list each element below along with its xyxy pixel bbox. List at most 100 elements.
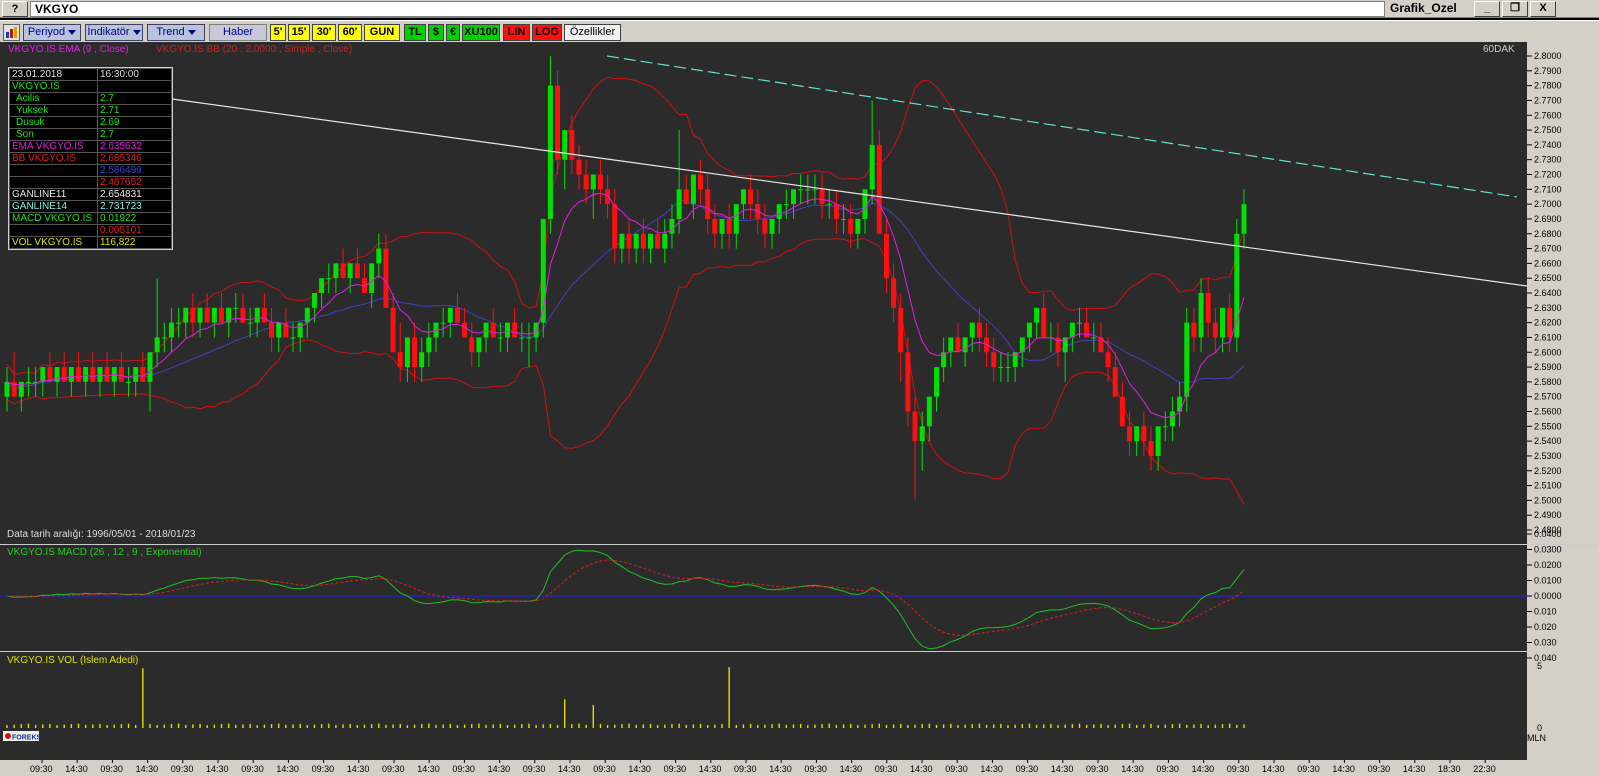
candle-body[interactable] bbox=[340, 263, 346, 279]
symbol-field[interactable]: VKGYO bbox=[30, 1, 1385, 17]
candle-body[interactable] bbox=[976, 322, 982, 338]
candle-body[interactable] bbox=[1148, 441, 1154, 456]
candle-body[interactable] bbox=[705, 189, 711, 219]
candle-body[interactable] bbox=[1005, 367, 1011, 369]
candle-body[interactable] bbox=[1191, 322, 1197, 338]
candle-body[interactable] bbox=[526, 337, 532, 339]
candle-body[interactable] bbox=[254, 307, 260, 323]
candle-body[interactable] bbox=[326, 278, 332, 280]
candle-body[interactable] bbox=[147, 352, 153, 382]
candle-body[interactable] bbox=[190, 307, 196, 323]
candle-body[interactable] bbox=[412, 337, 418, 368]
candle-body[interactable] bbox=[497, 337, 503, 339]
candle-body[interactable] bbox=[562, 130, 568, 160]
candle-body[interactable] bbox=[862, 189, 868, 219]
candle-body[interactable] bbox=[1134, 426, 1140, 442]
candle-body[interactable] bbox=[1198, 293, 1204, 338]
candle-body[interactable] bbox=[791, 189, 796, 205]
candle-body[interactable] bbox=[25, 381, 31, 383]
candle-body[interactable] bbox=[569, 130, 575, 160]
candle-body[interactable] bbox=[669, 218, 675, 234]
candle-body[interactable] bbox=[219, 307, 224, 323]
candle-body[interactable] bbox=[118, 367, 124, 382]
candle-body[interactable] bbox=[61, 367, 67, 382]
candle-body[interactable] bbox=[290, 337, 296, 339]
candle-body[interactable] bbox=[90, 367, 96, 382]
candle-body[interactable] bbox=[1212, 322, 1218, 338]
candle-body[interactable] bbox=[404, 337, 410, 368]
candle-body[interactable] bbox=[883, 233, 889, 279]
period-5-button[interactable]: 5' bbox=[270, 24, 286, 41]
candle-body[interactable] bbox=[347, 263, 353, 279]
candle-body[interactable] bbox=[912, 411, 918, 442]
candle-body[interactable] bbox=[876, 144, 882, 234]
candle-body[interactable] bbox=[848, 218, 854, 234]
period-30-button[interactable]: 30' bbox=[312, 24, 336, 41]
candle-body[interactable] bbox=[590, 174, 596, 190]
candle-body[interactable] bbox=[1105, 352, 1111, 368]
periyod-dropdown[interactable]: Periyod bbox=[23, 24, 81, 41]
candle-body[interactable] bbox=[676, 189, 682, 219]
candle-body[interactable] bbox=[140, 367, 146, 382]
candle-body[interactable] bbox=[126, 381, 132, 383]
period-15-button[interactable]: 15' bbox=[288, 24, 310, 41]
candle-body[interactable] bbox=[176, 322, 182, 324]
candle-body[interactable] bbox=[748, 189, 754, 205]
candle-body[interactable] bbox=[948, 337, 954, 353]
xu100-button[interactable]: XU100 bbox=[462, 24, 500, 41]
candle-body[interactable] bbox=[783, 204, 789, 206]
candle-body[interactable] bbox=[426, 337, 432, 353]
candle-body[interactable] bbox=[1141, 426, 1147, 442]
chart-area[interactable]: 2.8000 2.7900 2.7800 2.7700 2.7600 2.7500 2.74… bbox=[0, 42, 1599, 776]
candle-body[interactable] bbox=[76, 367, 81, 382]
candle-body[interactable] bbox=[204, 307, 210, 323]
candle-body[interactable] bbox=[576, 159, 582, 175]
candle-body[interactable] bbox=[1205, 293, 1211, 323]
candle-body[interactable] bbox=[662, 233, 668, 249]
help-button[interactable]: ? bbox=[2, 1, 28, 17]
candle-body[interactable] bbox=[919, 426, 925, 442]
currency-eur-button[interactable]: € bbox=[446, 24, 460, 41]
candle-body[interactable] bbox=[1184, 322, 1190, 397]
candle-body[interactable] bbox=[955, 337, 961, 353]
candle-body[interactable] bbox=[1041, 307, 1047, 338]
trend-dropdown[interactable]: Trend bbox=[147, 24, 205, 41]
candle-body[interactable] bbox=[733, 204, 739, 234]
candle-body[interactable] bbox=[483, 322, 489, 338]
candle-body[interactable] bbox=[597, 174, 603, 190]
candle-body[interactable] bbox=[769, 218, 775, 234]
candle-body[interactable] bbox=[798, 189, 804, 191]
candle-body[interactable] bbox=[311, 293, 317, 308]
candle-body[interactable] bbox=[1220, 307, 1225, 338]
candle-body[interactable] bbox=[183, 307, 189, 323]
scale-lin-button[interactable]: LIN bbox=[503, 24, 530, 41]
candle-body[interactable] bbox=[304, 307, 310, 323]
candle-body[interactable] bbox=[447, 307, 453, 323]
candle-body[interactable] bbox=[619, 233, 625, 249]
candle-body[interactable] bbox=[712, 218, 718, 234]
candle-body[interactable] bbox=[354, 263, 360, 279]
candle-body[interactable] bbox=[998, 367, 1004, 369]
candle-body[interactable] bbox=[740, 189, 746, 205]
candle-body[interactable] bbox=[805, 189, 811, 191]
candle-body[interactable] bbox=[168, 322, 174, 338]
macd-panel[interactable] bbox=[0, 545, 1527, 651]
candle-body[interactable] bbox=[519, 337, 525, 339]
candle-body[interactable] bbox=[369, 263, 375, 293]
candle-body[interactable] bbox=[133, 367, 139, 382]
period-gun-button[interactable]: GUN bbox=[364, 24, 400, 41]
candle-body[interactable] bbox=[319, 278, 325, 293]
candle-body[interactable] bbox=[247, 322, 253, 324]
maximize-button[interactable]: ❐ bbox=[1502, 1, 1528, 17]
candle-body[interactable] bbox=[1084, 322, 1090, 338]
candle-body[interactable] bbox=[776, 204, 782, 219]
candle-body[interactable] bbox=[1069, 322, 1075, 338]
candle-body[interactable] bbox=[640, 233, 646, 249]
candle-body[interactable] bbox=[1227, 307, 1233, 338]
candle-body[interactable] bbox=[612, 204, 618, 249]
period-60-button[interactable]: 60' bbox=[338, 24, 362, 41]
candle-body[interactable] bbox=[440, 322, 446, 324]
candle-body[interactable] bbox=[869, 144, 875, 190]
candle-body[interactable] bbox=[841, 218, 847, 220]
candle-body[interactable] bbox=[698, 174, 704, 190]
